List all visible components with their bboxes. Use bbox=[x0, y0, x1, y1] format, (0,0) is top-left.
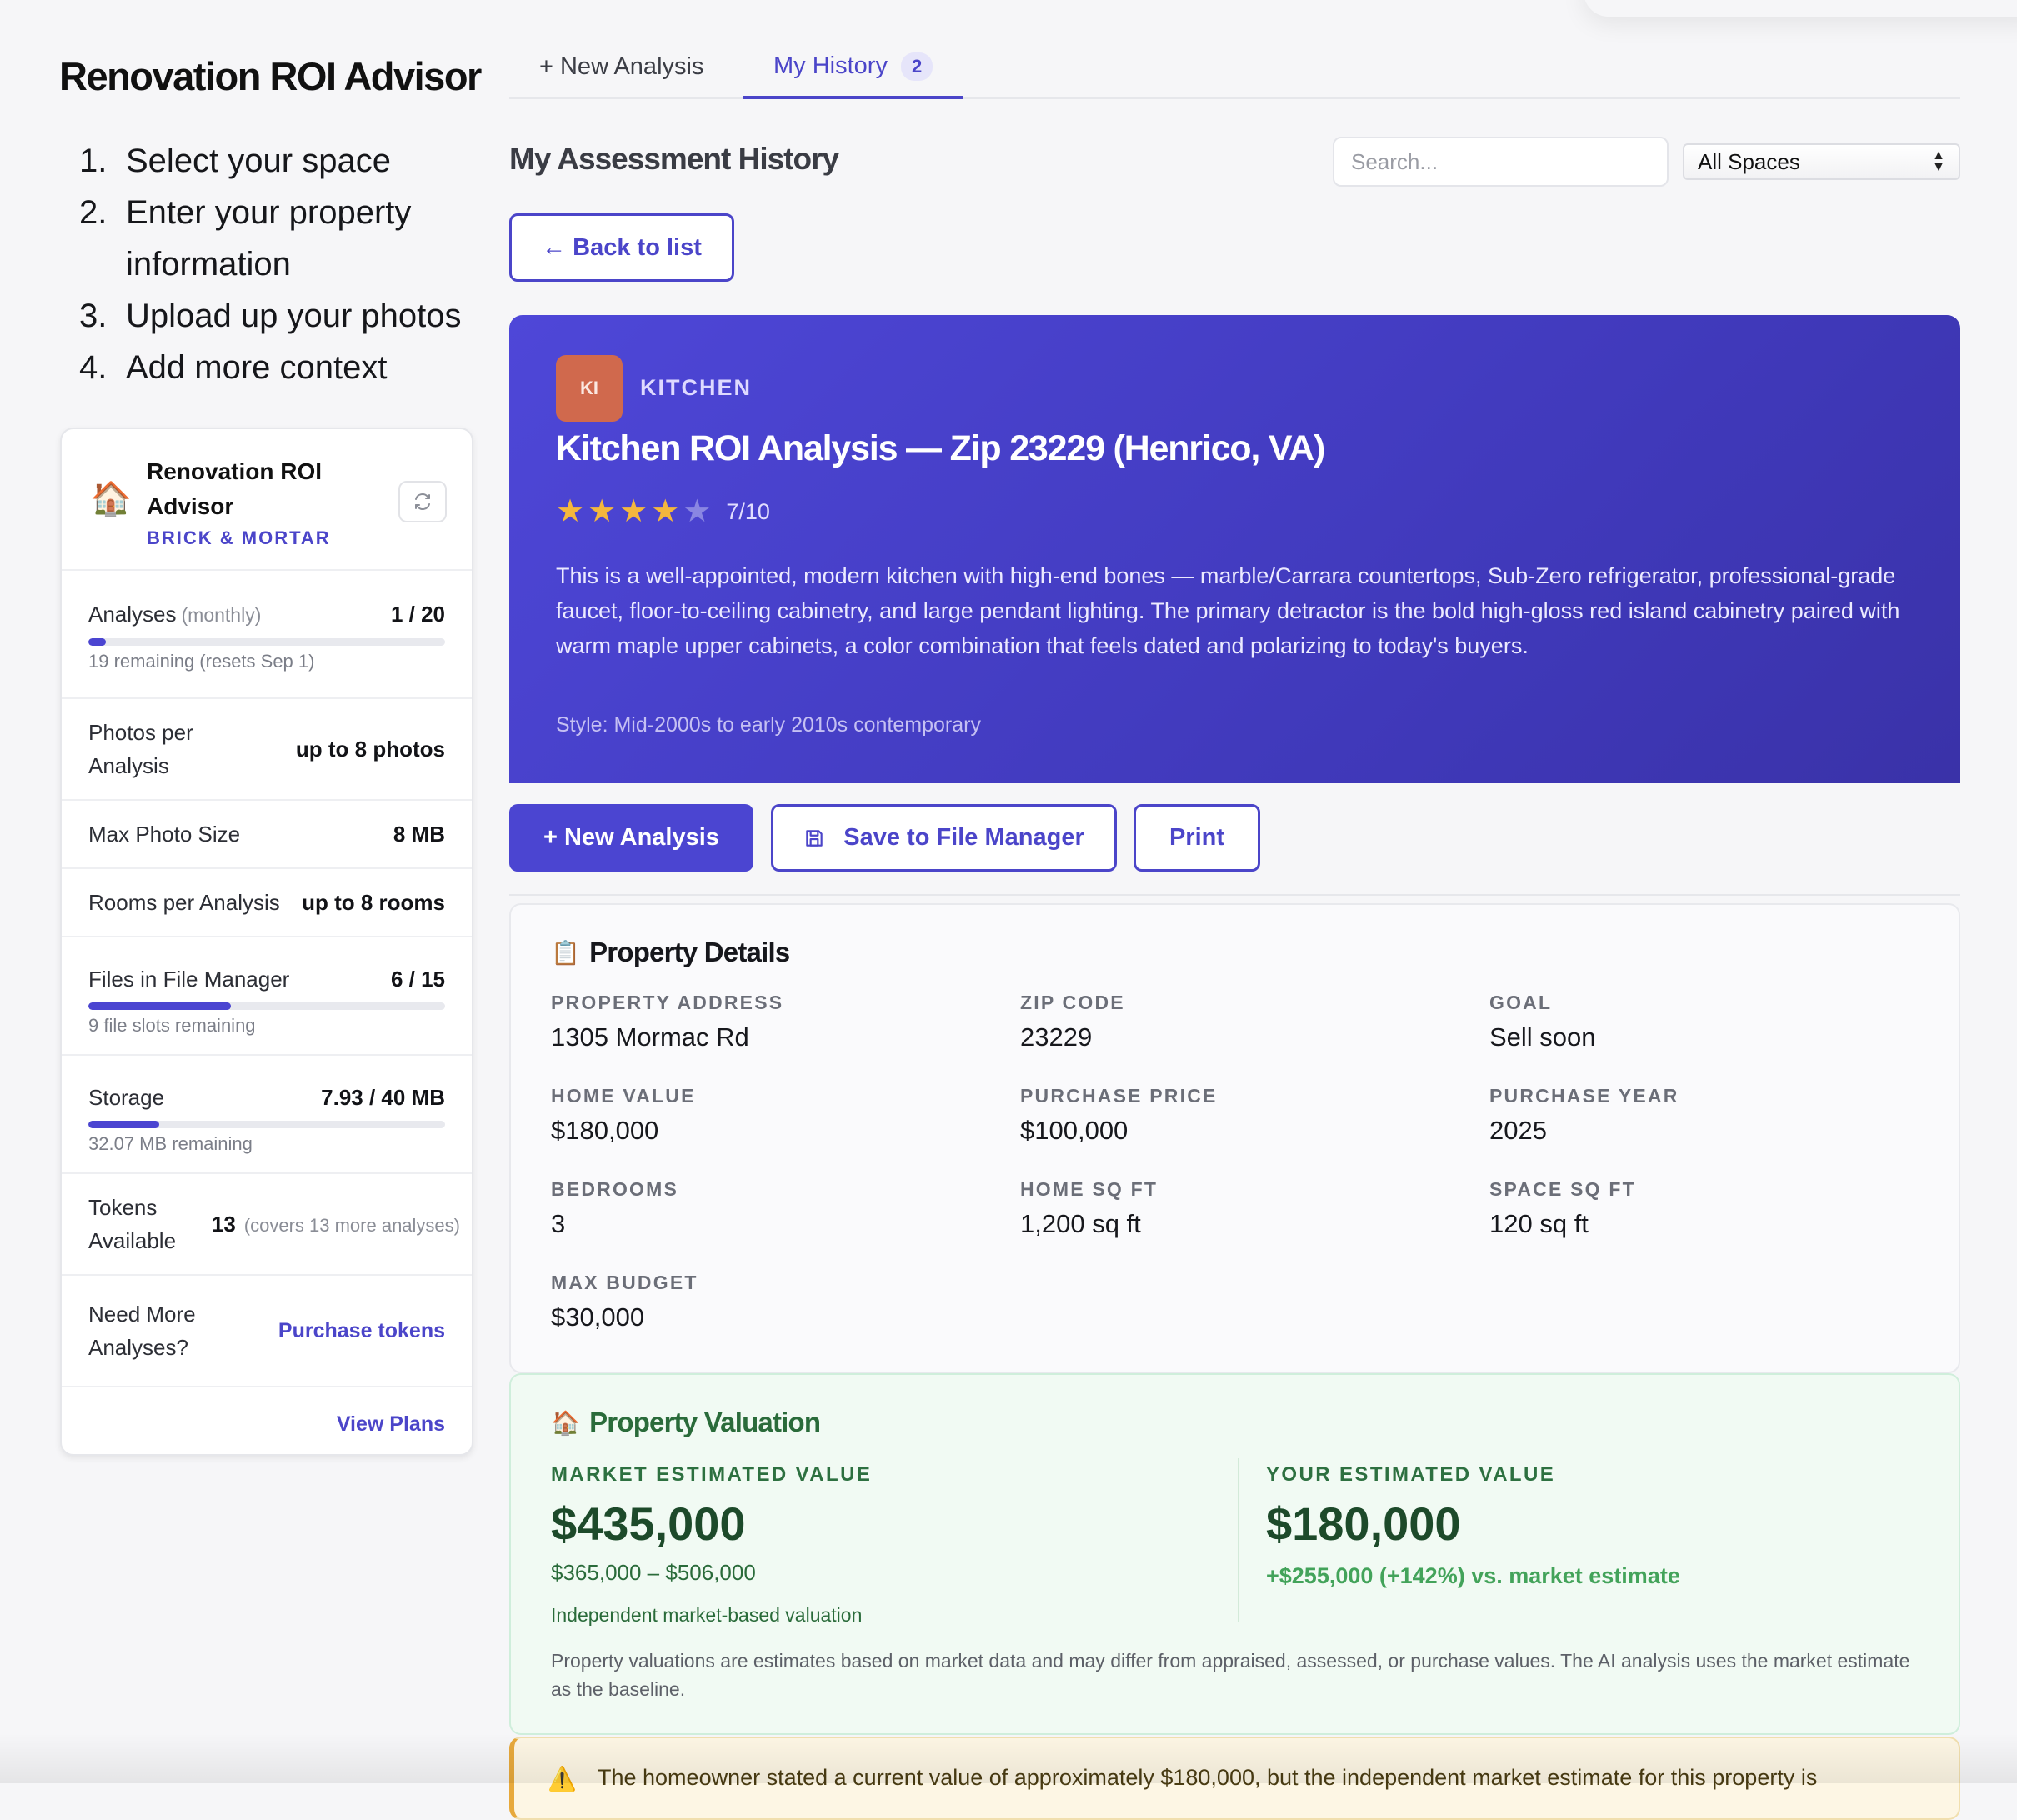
step-item: 3. Upload up your photos bbox=[79, 298, 462, 334]
rating-text: 7/10 bbox=[726, 499, 770, 524]
tab-new-analysis[interactable]: + New Analysis bbox=[539, 37, 703, 97]
star-icon: ★ bbox=[651, 494, 680, 529]
tokens-row: Tokens Available 13 (covers 13 more analy… bbox=[62, 1174, 472, 1276]
refresh-button[interactable] bbox=[398, 481, 447, 522]
report-title: Kitchen ROI Analysis — Zip 23229 (Henric… bbox=[556, 428, 1325, 468]
tab-my-history[interactable]: My History 2 bbox=[743, 37, 963, 99]
overlay-shadow bbox=[1584, 0, 2017, 17]
divider bbox=[509, 894, 1960, 896]
print-button[interactable]: Print bbox=[1134, 804, 1260, 872]
field-zip-code: ZIP CODE 23229 bbox=[1020, 992, 1125, 1052]
need-more-row: Need More Analyses? Purchase tokens bbox=[62, 1276, 472, 1388]
view-plans-row: View Plans bbox=[62, 1388, 472, 1454]
valuation-separator bbox=[1238, 1458, 1239, 1622]
space-label: KITCHEN bbox=[640, 375, 752, 400]
save-to-file-manager-button[interactable]: Save to File Manager bbox=[771, 804, 1117, 872]
market-value: $435,000 bbox=[551, 1498, 746, 1550]
select-arrows-icon: ▲ ▼ bbox=[1932, 148, 1945, 174]
app-title: Renovation ROI Advisor bbox=[59, 54, 482, 98]
step-item: 4. Add more context bbox=[79, 349, 388, 386]
field-home-sq-ft: HOME SQ FT 1,200 sq ft bbox=[1020, 1178, 1159, 1238]
star-icon: ★ bbox=[683, 494, 712, 529]
field-bedrooms: BEDROOMS 3 bbox=[551, 1178, 679, 1238]
save-icon bbox=[806, 829, 823, 847]
space-filter-select[interactable]: All Spaces ▲ ▼ bbox=[1683, 143, 1960, 180]
valuation-warning: ⚠️ The homeowner stated a current value … bbox=[509, 1737, 1960, 1820]
storage-row: Storage 7.93 / 40 MB 32.07 MB remaining bbox=[62, 1056, 472, 1174]
report-header: KI KITCHEN Kitchen ROI Analysis — Zip 23… bbox=[509, 315, 1960, 783]
steps-list: 1. Select your space 2. Enter your propert… bbox=[79, 135, 471, 393]
market-value-block: MARKET ESTIMATED VALUE $435,000 $365,000… bbox=[551, 1463, 873, 1626]
field-space-sq-ft: SPACE SQ FT 120 sq ft bbox=[1489, 1178, 1636, 1238]
files-progress bbox=[88, 1002, 445, 1010]
files-row: Files in File Manager 6 / 15 9 file slot… bbox=[62, 938, 472, 1056]
star-icon: ★ bbox=[556, 494, 585, 529]
value-difference: +$255,000 (+142%) vs. market estimate bbox=[1266, 1563, 1680, 1588]
property-valuation-card: 🏠 Property Valuation MARKET ESTIMATED VA… bbox=[509, 1373, 1960, 1735]
plan-header: 🏠 Renovation ROI Advisor BRICK & MORTAR bbox=[62, 429, 472, 571]
property-valuation-title: 🏠 Property Valuation bbox=[551, 1407, 821, 1438]
analyses-progress bbox=[88, 638, 445, 646]
clipboard-icon: 📋 bbox=[551, 939, 580, 966]
purchase-tokens-link[interactable]: Purchase tokens bbox=[278, 1319, 445, 1343]
new-analysis-button[interactable]: + New Analysis bbox=[509, 804, 753, 872]
history-count-badge: 2 bbox=[900, 52, 933, 81]
field-max-budget: MAX BUDGET $30,000 bbox=[551, 1272, 698, 1332]
star-icon: ★ bbox=[588, 494, 617, 529]
back-to-list-button[interactable]: ← Back to list bbox=[509, 213, 734, 282]
space-chip: KI bbox=[556, 355, 623, 422]
field-purchase-price: PURCHASE PRICE $100,000 bbox=[1020, 1085, 1218, 1145]
search-input[interactable] bbox=[1333, 137, 1669, 187]
house-icon: 🏠 bbox=[551, 1409, 580, 1436]
max-photo-row: Max Photo Size 8 MB bbox=[62, 801, 472, 869]
plan-card: 🏠 Renovation ROI Advisor BRICK & MORTAR … bbox=[60, 428, 473, 1456]
field-purchase-year: PURCHASE YEAR 2025 bbox=[1489, 1085, 1679, 1145]
tab-bar: + New Analysis My History 2 bbox=[509, 37, 1960, 99]
warning-icon: ⚠️ bbox=[548, 1766, 577, 1792]
field-goal: GOAL Sell soon bbox=[1489, 992, 1596, 1052]
page-title: My Assessment History bbox=[509, 142, 839, 176]
star-icon: ★ bbox=[619, 494, 648, 529]
view-plans-link[interactable]: View Plans bbox=[337, 1412, 445, 1437]
photos-row: Photos per Analysis up to 8 photos bbox=[62, 699, 472, 801]
step-item: 2. Enter your property information bbox=[79, 194, 412, 282]
market-range: $365,000 – $506,000 bbox=[551, 1560, 756, 1585]
step-item: 1. Select your space bbox=[79, 142, 391, 179]
valuation-disclaimer: Property valuations are estimates based … bbox=[551, 1650, 1910, 1700]
rating-stars: ★ ★ ★ ★ ★ 7/10 bbox=[556, 495, 770, 528]
field-home-value: HOME VALUE $180,000 bbox=[551, 1085, 696, 1145]
report-style: Style: Mid-2000s to early 2010s contempo… bbox=[556, 713, 981, 737]
analyses-row: Analyses (monthly) 1 / 20 19 remaining (r… bbox=[62, 571, 472, 699]
plan-name: Renovation ROI Advisor bbox=[147, 458, 323, 519]
house-icon: 🏠 bbox=[90, 481, 132, 518]
property-details-card: 📋 Property Details PROPERTY ADDRESS 1305… bbox=[509, 903, 1960, 1373]
report-description: This is a well-appointed, modern kitchen… bbox=[556, 563, 1900, 658]
storage-progress bbox=[88, 1121, 445, 1128]
field-property-address: PROPERTY ADDRESS 1305 Mormac Rd bbox=[551, 992, 784, 1052]
property-details-title: 📋 Property Details bbox=[551, 937, 790, 968]
refresh-icon bbox=[415, 493, 430, 510]
your-value: $180,000 bbox=[1266, 1498, 1461, 1550]
analyses-value: 1 / 20 bbox=[390, 602, 445, 627]
your-value-block: YOUR ESTIMATED VALUE $180,000 +$255,000 … bbox=[1266, 1463, 1680, 1588]
plan-subtitle: BRICK & MORTAR bbox=[147, 528, 331, 548]
rooms-row: Rooms per Analysis up to 8 rooms bbox=[62, 869, 472, 938]
